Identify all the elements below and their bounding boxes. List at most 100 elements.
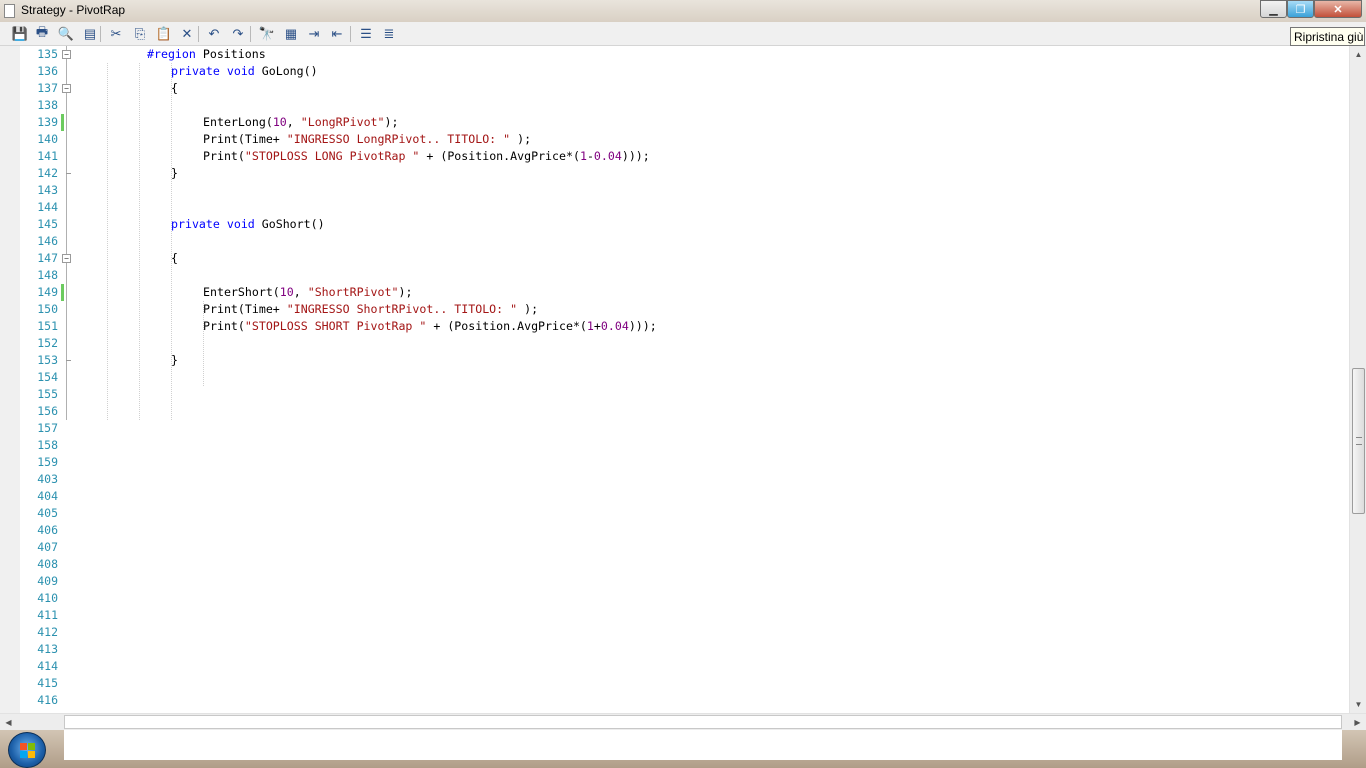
brace: { — [171, 251, 178, 265]
line-number: 416 — [37, 693, 58, 707]
string-literal: "ShortRPivot" — [307, 285, 399, 299]
save-icon[interactable]: 💾 — [11, 25, 29, 43]
line-number: 136 — [37, 64, 58, 78]
redo-icon[interactable]: ↷ — [229, 25, 247, 43]
close-button[interactable]: ✕ — [1314, 0, 1362, 18]
code-token: ); — [384, 115, 399, 129]
toolbar-separator — [198, 26, 199, 42]
code-editor[interactable]: 135 136 137 138 139 140 141 142 143 144 145 146 147 1… — [0, 46, 1366, 713]
line-number: 150 — [37, 302, 58, 316]
vertical-scrollbar[interactable]: ▲ ▼ — [1349, 46, 1366, 713]
outdent-icon[interactable]: ⇤ — [328, 25, 346, 43]
string-literal: "INGRESSO LongRPivot.. TITOLO: " — [286, 132, 511, 146]
line-number: 140 — [37, 132, 58, 146]
undo-icon[interactable]: ↶ — [205, 25, 223, 43]
string-literal: "LongRPivot" — [300, 115, 385, 129]
indent-guide — [107, 63, 108, 420]
code-line[interactable]: EnterLong(10, "LongRPivot"); — [203, 114, 398, 131]
line-number: 138 — [37, 98, 58, 112]
number-literal: 0.04 — [600, 319, 629, 333]
toolbar-separator — [350, 26, 351, 42]
line-number: 408 — [37, 557, 58, 571]
code-line[interactable]: } — [171, 352, 178, 369]
code-token: Print( — [203, 149, 245, 163]
windows-logo-icon — [20, 743, 36, 759]
print-preview-icon[interactable]: 🔍 — [57, 25, 75, 43]
line-number: 143 — [37, 183, 58, 197]
code-line[interactable]: Print(Time+ "INGRESSO ShortRPivot.. TITO… — [203, 301, 538, 318]
code-line[interactable]: EnterShort(10, "ShortRPivot"); — [203, 284, 412, 301]
indent-icon[interactable]: ⇥ — [305, 25, 323, 43]
uncomment-icon[interactable]: ≣ — [380, 25, 398, 43]
line-number: 411 — [37, 608, 58, 622]
number-literal: 1 — [586, 319, 594, 333]
line-number: 153 — [37, 353, 58, 367]
line-number: 406 — [37, 523, 58, 537]
line-number: 146 — [37, 234, 58, 248]
minimize-icon: ▁ — [1269, 3, 1278, 16]
copy-icon[interactable]: ⎘ — [131, 25, 149, 43]
code-line[interactable]: } — [171, 165, 178, 182]
region-keyword: #region — [147, 47, 196, 61]
line-number: 155 — [37, 387, 58, 401]
start-button[interactable] — [8, 732, 46, 768]
horizontal-scroll-thumb[interactable] — [64, 715, 1342, 729]
find-icon[interactable]: 🔭 — [258, 25, 276, 43]
line-number: 159 — [37, 455, 58, 469]
scroll-up-icon[interactable]: ▲ — [1350, 46, 1366, 63]
collapse-region-icon[interactable]: − — [62, 50, 71, 59]
scroll-right-icon[interactable]: ▶ — [1349, 714, 1366, 731]
indent-guide — [203, 301, 204, 386]
code-token: + — [593, 319, 601, 333]
number-literal: 1 — [579, 149, 587, 163]
collapse-region-icon[interactable]: − — [62, 254, 71, 263]
code-line[interactable]: { — [171, 250, 178, 267]
line-number: 403 — [37, 472, 58, 486]
collapse-region-icon[interactable]: − — [62, 84, 71, 93]
line-number: 147 — [37, 251, 58, 265]
line-number: 135 — [37, 47, 58, 61]
line-number: 142 — [37, 166, 58, 180]
code-token: , — [293, 285, 308, 299]
code-line[interactable]: Print("STOPLOSS LONG PivotRap " + (Posit… — [203, 148, 650, 165]
close-icon: ✕ — [1333, 3, 1343, 16]
code-line[interactable]: #region Positions — [147, 46, 266, 63]
print-icon[interactable]: 🖶 — [33, 24, 51, 43]
code-token: + (Position.AvgPrice*( — [419, 149, 580, 163]
line-number: 415 — [37, 676, 58, 690]
code-token: Print(Time+ — [203, 132, 287, 146]
code-line[interactable]: private void GoLong() — [171, 63, 318, 80]
window-title-bar[interactable]: Strategy - PivotRap ▁ ❐ ✕ — [0, 0, 1366, 22]
string-literal: "INGRESSO ShortRPivot.. TITOLO: " — [286, 302, 518, 316]
scroll-left-icon[interactable]: ◀ — [0, 714, 17, 731]
code-line[interactable]: Print("STOPLOSS SHORT PivotRap " + (Posi… — [203, 318, 657, 335]
line-number: 158 — [37, 438, 58, 452]
code-token: ); — [398, 285, 413, 299]
code-line[interactable]: { — [171, 80, 178, 97]
horizontal-scrollbar[interactable]: ◀ ▶ — [0, 713, 1366, 730]
scroll-down-icon[interactable]: ▼ — [1350, 696, 1366, 713]
method-signature: GoLong() — [254, 64, 318, 78]
line-number: 144 — [37, 200, 58, 214]
line-number: 410 — [37, 591, 58, 605]
changed-line-marker — [61, 284, 64, 301]
code-line[interactable]: Print(Time+ "INGRESSO LongRPivot.. TITOL… — [203, 131, 531, 148]
paste-icon[interactable]: 📋 — [155, 25, 173, 43]
page-setup-icon[interactable]: ▤ — [81, 25, 99, 43]
brace: } — [171, 166, 178, 180]
line-number: 151 — [37, 319, 58, 333]
delete-icon[interactable]: ✕ — [178, 25, 196, 43]
code-line[interactable]: private void GoShort() — [171, 216, 325, 233]
number-literal: 0.04 — [593, 149, 622, 163]
fold-end-marker — [66, 360, 71, 361]
line-number: 414 — [37, 659, 58, 673]
replace-icon[interactable]: ▦ — [282, 25, 300, 43]
cut-icon[interactable]: ✂ — [107, 25, 125, 43]
minimize-button[interactable]: ▁ — [1260, 0, 1287, 18]
vertical-scroll-thumb[interactable] — [1352, 368, 1365, 514]
editor-toolbar: 💾 🖶 🔍 ▤ ✂ ⎘ 📋 ✕ ↶ ↷ 🔭 ▦ ⇥ ⇤ ☰ ≣ — [0, 22, 1366, 46]
restore-button[interactable]: ❐ — [1287, 0, 1314, 18]
line-number: 409 — [37, 574, 58, 588]
comment-icon[interactable]: ☰ — [357, 25, 375, 43]
method-signature: GoShort() — [254, 217, 325, 231]
